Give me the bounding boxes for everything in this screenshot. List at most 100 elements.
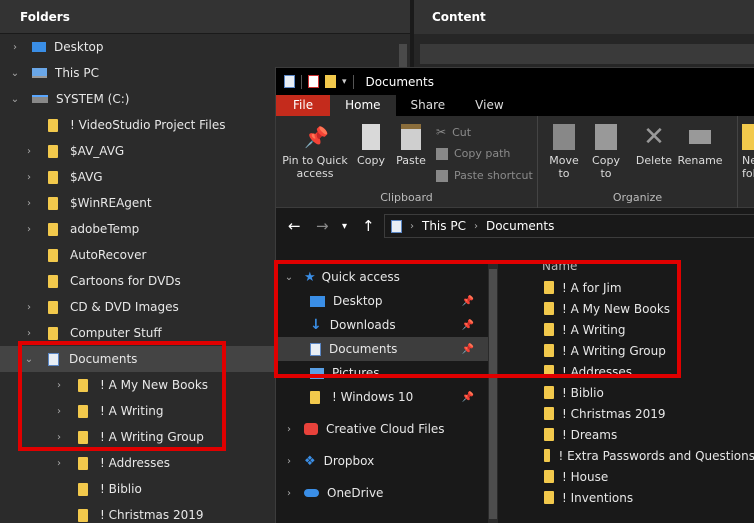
chevron-right-icon[interactable]: ›: [54, 432, 64, 443]
tree-item-label: $AV_AVG: [70, 144, 125, 158]
nav-item[interactable]: › ❖ Dropbox: [276, 449, 488, 473]
new-folder-icon[interactable]: [325, 75, 336, 88]
nav-item-label: Downloads: [329, 318, 396, 332]
up-arrow-icon[interactable]: ↑: [362, 217, 375, 235]
recent-locations-chevron-icon[interactable]: ▾: [342, 221, 347, 232]
tab-view[interactable]: View: [460, 95, 518, 116]
chevron-down-icon[interactable]: ⌄: [284, 272, 294, 283]
nav-item[interactable]: ↓ Downloads 📌: [276, 313, 488, 337]
file-name: ! Christmas 2019: [562, 406, 666, 421]
file-list-item[interactable]: ! House: [506, 466, 754, 487]
nav-item[interactable]: › OneDrive: [276, 481, 488, 505]
pin-label-2: access: [296, 167, 334, 180]
delete-x-icon: ✕: [643, 122, 665, 152]
cut-button[interactable]: ✂ Cut: [436, 125, 471, 139]
clipboard-group-label: Clipboard: [380, 191, 433, 204]
tree-item-label: Documents: [69, 352, 138, 366]
nav-item[interactable]: ⌄ ★ Quick access: [276, 265, 488, 289]
pin-icon[interactable]: 📌: [462, 320, 474, 331]
chevron-down-icon[interactable]: ⌄: [24, 354, 34, 365]
file-name: ! A Writing Group: [562, 343, 666, 358]
tree-item-label: ! A Writing Group: [100, 430, 204, 444]
chevron-right-icon[interactable]: ›: [24, 224, 34, 235]
chevron-right-icon[interactable]: ›: [54, 380, 64, 391]
file-list-item[interactable]: ! Addresses: [506, 361, 754, 382]
file-list-item[interactable]: ! Biblio: [506, 382, 754, 403]
chevron-right-icon[interactable]: ›: [24, 328, 34, 339]
tab-home[interactable]: Home: [330, 95, 396, 116]
pin-icon[interactable]: 📌: [462, 296, 474, 307]
folder-icon: [544, 386, 554, 399]
pictures-icon: [310, 367, 324, 379]
pin-label: Pin to Quick: [282, 154, 348, 167]
chevron-right-icon[interactable]: ›: [24, 146, 34, 157]
name-column-header[interactable]: Name: [506, 260, 754, 277]
tree-item-label: ! Addresses: [100, 456, 171, 470]
properties-icon[interactable]: [308, 75, 319, 88]
breadcrumb-documents[interactable]: Documents: [486, 219, 554, 233]
chevron-down-icon[interactable]: ⌄: [10, 68, 20, 79]
file-list-item[interactable]: ! Extra Passwords and Questions: [506, 445, 754, 466]
file-list-items: ! A for Jim ! A My New Books ! A Writing ! …: [506, 277, 754, 508]
documents-icon: [284, 75, 295, 88]
address-bar[interactable]: › This PC › Documents: [384, 214, 754, 238]
delete-button[interactable]: ✕ Delete: [632, 124, 676, 167]
chevron-right-icon[interactable]: ›: [54, 406, 64, 417]
quick-access-star-icon: ★: [304, 269, 316, 285]
copy-path-label: Copy path: [454, 147, 511, 160]
scrollbar-thumb[interactable]: [489, 269, 497, 519]
navigation-pane-scrollbar[interactable]: [488, 263, 498, 523]
tab-file[interactable]: File: [276, 95, 331, 116]
nav-item[interactable]: › Creative Cloud Files: [276, 417, 488, 441]
tree-item[interactable]: › Desktop: [0, 34, 400, 60]
copy-to-label: Copy: [592, 154, 620, 167]
chevron-right-icon[interactable]: ›: [284, 456, 294, 467]
chevron-right-icon[interactable]: ›: [284, 424, 294, 435]
file-list-item[interactable]: ! A for Jim: [506, 277, 754, 298]
nav-item[interactable]: Desktop 📌: [276, 289, 488, 313]
file-list-item[interactable]: ! A Writing: [506, 319, 754, 340]
copy-path-button[interactable]: Copy path: [436, 147, 510, 160]
file-name: ! House: [562, 469, 609, 484]
file-name: ! Biblio: [562, 385, 604, 400]
pin-to-quick-access-button[interactable]: 📌 Pin to Quick access: [282, 124, 348, 180]
copy-to-label-2: to: [600, 167, 612, 180]
chevron-right-icon[interactable]: ›: [54, 458, 64, 469]
chevron-down-icon[interactable]: ⌄: [10, 94, 20, 105]
pin-icon[interactable]: 📌: [462, 344, 474, 355]
breadcrumb-separator-icon[interactable]: ›: [410, 221, 414, 232]
copy-button[interactable]: Copy: [354, 124, 388, 167]
chevron-right-icon[interactable]: ›: [284, 488, 294, 499]
chevron-right-icon[interactable]: ›: [24, 302, 34, 313]
chevron-down-icon[interactable]: ▾: [342, 77, 347, 87]
nav-item[interactable]: Documents 📌: [276, 337, 488, 361]
pin-icon[interactable]: 📌: [462, 392, 474, 403]
documents-icon: [48, 352, 59, 366]
new-folder-button[interactable]: Ne fold: [742, 124, 754, 180]
nav-item[interactable]: Pictures: [276, 361, 488, 385]
paste-button[interactable]: Paste: [394, 124, 428, 167]
back-arrow-icon[interactable]: ←: [288, 217, 301, 235]
tab-share[interactable]: Share: [396, 95, 461, 116]
chevron-right-icon[interactable]: ›: [24, 172, 34, 183]
file-list-item[interactable]: ! Dreams: [506, 424, 754, 445]
breadcrumb-separator-icon[interactable]: ›: [474, 221, 478, 232]
downloads-icon: ↓: [310, 317, 322, 333]
title-bar: ▾ Documents: [276, 68, 754, 95]
forward-arrow-icon[interactable]: →: [316, 217, 329, 235]
nav-item[interactable]: ! Windows 10 📌: [276, 385, 488, 409]
copy-label: Copy: [357, 154, 385, 167]
file-list-item[interactable]: ! A My New Books: [506, 298, 754, 319]
tree-item-label: $AVG: [70, 170, 103, 184]
paste-shortcut-button[interactable]: Paste shortcut: [436, 169, 533, 182]
rename-button[interactable]: Rename: [676, 124, 724, 167]
chevron-right-icon[interactable]: ›: [10, 42, 20, 53]
file-list-item[interactable]: ! Inventions: [506, 487, 754, 508]
breadcrumb-this-pc[interactable]: This PC: [422, 219, 466, 233]
copy-to-button[interactable]: Copy to: [586, 124, 626, 180]
chevron-right-icon[interactable]: ›: [24, 198, 34, 209]
file-list-item[interactable]: ! Christmas 2019: [506, 403, 754, 424]
file-list-item[interactable]: ! A Writing Group: [506, 340, 754, 361]
paste-shortcut-label: Paste shortcut: [454, 169, 533, 182]
move-to-button[interactable]: Move to: [544, 124, 584, 180]
